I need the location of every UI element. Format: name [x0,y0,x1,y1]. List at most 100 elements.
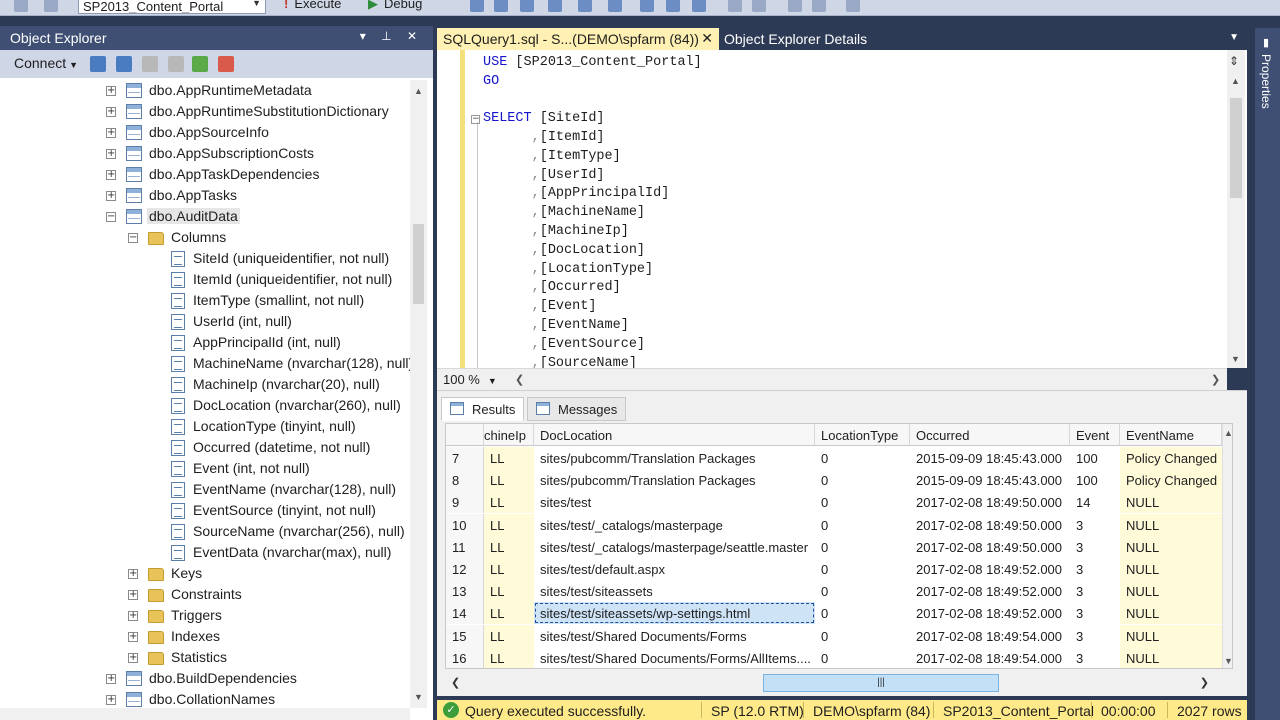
row-number[interactable]: 16 [446,646,484,668]
grid-cell[interactable]: LL [484,491,534,514]
tree-folder-item[interactable]: + Indexes [8,627,410,648]
grid-cell[interactable]: LL [484,535,534,558]
row-number[interactable]: 9 [446,491,484,514]
connect-object-icon[interactable] [90,56,106,72]
tree-folder-item[interactable]: + Keys [8,564,410,585]
row-number[interactable]: 12 [446,558,484,580]
table-row[interactable]: 7 LL sites/pubcomm/Translation Packages 0 20… [446,447,1222,469]
toolbar-icon[interactable] [14,0,28,12]
grid-cell[interactable]: LL [484,558,534,580]
scroll-down-icon[interactable]: ▼ [1224,656,1232,666]
column-header[interactable]: Occurred [910,424,1070,446]
grid-cell[interactable]: NULL [1120,624,1222,647]
grid-cell[interactable]: 0 [815,514,910,536]
grid-cell[interactable]: NULL [1120,491,1222,514]
collapse-icon[interactable]: − [106,212,116,222]
connect-button[interactable]: Connect ▼ [14,55,78,71]
close-icon[interactable]: ✕ [701,30,713,47]
tree-column-item[interactable]: Occurred (datetime, not null) [8,438,410,459]
grid-cell[interactable]: 2017-02-08 18:49:52.000 [910,602,1070,624]
grid-cell[interactable]: 0 [815,536,910,558]
expand-icon[interactable]: + [106,107,116,117]
scroll-left-icon[interactable]: ❮ [515,373,524,386]
grid-corner-header[interactable] [446,424,484,446]
grid-cell[interactable]: sites/test/Shared Documents/Forms/AllIte… [534,647,815,668]
scroll-down-icon[interactable]: ▼ [410,692,427,702]
collapse-icon[interactable]: − [471,115,480,124]
grid-cell[interactable]: 3 [1070,558,1120,580]
grid-cell[interactable]: 2015-09-09 18:45:43.000 [910,469,1070,491]
collapse-icon[interactable]: − [128,233,138,243]
database-selector[interactable]: SP2013_Content_Portal ▼ [78,0,266,14]
expand-icon[interactable]: + [128,653,138,663]
tree-column-item[interactable]: ItemType (smallint, not null) [8,291,410,312]
grid-cell[interactable]: NULL [1120,580,1222,603]
toolbar-icon[interactable] [752,0,766,12]
object-explorer-horizontal-scrollbar[interactable] [0,708,410,720]
row-number[interactable]: 15 [446,624,484,647]
zoom-selector[interactable]: 100 % ▼ [443,372,497,387]
grid-cell[interactable]: LL [484,602,534,625]
tree-folder-item[interactable]: − Columns [8,228,410,249]
sql-editor[interactable]: USE [SP2013_Content_Portal] GO − SELECT [… [437,50,1247,368]
grid-cell[interactable]: sites/test/Shared Documents/Forms [534,625,815,647]
row-number[interactable]: 8 [446,469,484,492]
row-number[interactable]: 13 [446,580,484,603]
scroll-up-icon[interactable]: ▲ [1224,428,1232,438]
toolbar-icon[interactable] [470,0,484,12]
table-row[interactable]: 11 LL sites/test/_catalogs/masterpage/seat… [446,535,1222,558]
grid-cell[interactable]: 2015-09-09 18:45:43.000 [910,447,1070,469]
row-number[interactable]: 10 [446,513,484,536]
expand-icon[interactable]: + [106,86,116,96]
grid-cell[interactable]: sites/pubcomm/Translation Packages [534,469,815,491]
tree-folder-item[interactable]: + Statistics [8,648,410,669]
splitter-icon[interactable]: ⇕ [1229,54,1239,68]
toolbar-icon[interactable] [666,0,680,12]
editor-vertical-scrollbar[interactable]: ⇕ ▲ ▼ [1227,50,1245,368]
toolbar-icon[interactable] [44,0,58,12]
grid-cell[interactable]: 0 [815,469,910,491]
tree-table-item[interactable]: − dbo.AuditData [8,207,410,228]
grid-cell[interactable]: LL [484,580,534,603]
scrollbar-thumb[interactable]: ||| [763,674,999,692]
grid-cell[interactable]: 2017-02-08 18:49:54.000 [910,625,1070,647]
properties-side-tab[interactable]: ▮ Properties [1255,28,1280,720]
tree-column-item[interactable]: MachineIp (nvarchar(20), null) [8,375,410,396]
filter-icon[interactable] [168,56,184,72]
grid-cell[interactable]: sites/test/siteassets [534,580,815,602]
pin-icon[interactable]: ▮ [1263,36,1269,49]
refresh-icon[interactable] [192,56,208,72]
tab-object-explorer-details[interactable]: Object Explorer Details [724,31,867,47]
grid-cell[interactable]: 0 [815,491,910,513]
grid-cell[interactable]: 3 [1070,580,1120,602]
grid-cell[interactable]: sites/test/default.aspx [534,558,815,580]
scroll-right-icon[interactable]: ❯ [1211,373,1220,386]
grid-cell[interactable]: NULL [1120,602,1222,625]
grid-cell[interactable]: 3 [1070,625,1120,647]
expand-icon[interactable]: + [106,170,116,180]
grid-cell[interactable]: 0 [815,447,910,469]
tree-folder-item[interactable]: + Constraints [8,585,410,606]
execute-button[interactable]: ! Execute [284,0,341,11]
column-header[interactable]: EventName [1120,424,1222,446]
expand-icon[interactable]: + [128,590,138,600]
grid-cell[interactable]: 2017-02-08 18:49:50.000 [910,491,1070,513]
tree-table-item[interactable]: + dbo.AppSourceInfo [8,123,410,144]
grid-cell[interactable]: LL [484,469,534,492]
grid-cell[interactable]: Policy Changed [1120,469,1222,492]
grid-cell[interactable]: NULL [1120,513,1222,536]
expand-icon[interactable]: + [128,632,138,642]
scrollbar-thumb[interactable] [413,224,424,304]
toolbar-icon[interactable] [728,0,742,12]
grid-cell[interactable]: 0 [815,625,910,647]
row-number[interactable]: 11 [446,535,484,558]
tree-table-item[interactable]: + dbo.AppTasks [8,186,410,207]
tree-column-item[interactable]: DocLocation (nvarchar(260), null) [8,396,410,417]
toolbar-icon[interactable] [788,0,802,12]
disconnect-icon[interactable] [116,56,132,72]
grid-cell[interactable]: sites/pubcomm/Translation Packages [534,447,815,469]
scrollbar-thumb[interactable] [1230,98,1242,198]
grid-cell[interactable]: 0 [815,580,910,602]
grid-cell[interactable]: sites/test [534,491,815,513]
tree-column-item[interactable]: LocationType (tinyint, null) [8,417,410,438]
